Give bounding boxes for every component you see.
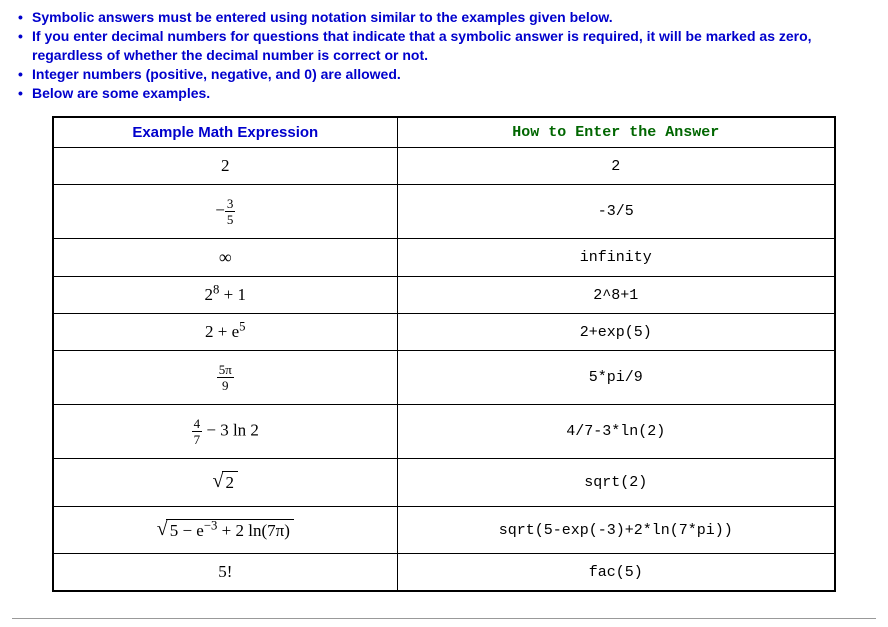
- table-header-row: Example Math Expression How to Enter the…: [53, 117, 835, 148]
- superscript: −3: [204, 518, 218, 532]
- fraction-numerator: 4: [192, 417, 203, 431]
- table-row: 28 + 1 2^8+1: [53, 277, 835, 314]
- entry-cell: 5*pi/9: [397, 351, 835, 405]
- fraction-denominator: 7: [192, 431, 203, 446]
- minus-sign: −: [215, 201, 225, 220]
- prefix: 2 +: [205, 322, 232, 341]
- radicand: 5 − e−3 + 2 ln(7π): [166, 519, 294, 541]
- entry-cell: sqrt(2): [397, 459, 835, 506]
- square-root: √5 − e−3 + 2 ln(7π): [157, 519, 294, 541]
- table-row: ∞ infinity: [53, 239, 835, 277]
- table-row: 2 + e5 2+exp(5): [53, 314, 835, 351]
- radicand-part-a: 5 −: [170, 521, 197, 540]
- fraction-denominator: 9: [217, 377, 234, 392]
- entry-cell: -3/5: [397, 185, 835, 239]
- entry-cell: infinity: [397, 239, 835, 277]
- square-root: √2: [213, 471, 238, 493]
- instruction-item: Symbolic answers must be entered using n…: [12, 8, 876, 27]
- expr-cell: √2: [53, 459, 397, 506]
- expr-cell: 47 − 3 ln 2: [53, 405, 397, 459]
- radicand: 2: [222, 471, 239, 493]
- fraction-numerator: 5π: [217, 363, 234, 377]
- instruction-list: Symbolic answers must be entered using n…: [12, 8, 876, 102]
- table-row: 47 − 3 ln 2 4/7-3*ln(2): [53, 405, 835, 459]
- fraction-denominator: 5: [225, 211, 236, 226]
- fraction-numerator: 3: [225, 197, 236, 211]
- entry-cell: sqrt(5-exp(-3)+2*ln(7*pi)): [397, 506, 835, 553]
- expr-cell: √5 − e−3 + 2 ln(7π): [53, 506, 397, 553]
- instruction-item: Below are some examples.: [12, 84, 876, 103]
- fraction: 5π9: [217, 363, 234, 392]
- fraction: 47: [192, 417, 203, 446]
- table-row: 2 2: [53, 148, 835, 185]
- instruction-item: If you enter decimal numbers for questio…: [12, 27, 876, 65]
- header-entry: How to Enter the Answer: [397, 117, 835, 148]
- expr-cell: 5π9: [53, 351, 397, 405]
- table-row: 5! fac(5): [53, 554, 835, 592]
- table-row: −35 -3/5: [53, 185, 835, 239]
- expr-cell: ∞: [53, 239, 397, 277]
- base: e: [196, 521, 204, 540]
- fraction: 35: [225, 197, 236, 226]
- expr-cell: 2 + e5: [53, 314, 397, 351]
- table-row: √2 sqrt(2): [53, 459, 835, 506]
- expr-cell: 28 + 1: [53, 277, 397, 314]
- expr-cell: 2: [53, 148, 397, 185]
- examples-table: Example Math Expression How to Enter the…: [52, 116, 836, 592]
- table-row: √5 − e−3 + 2 ln(7π) sqrt(5-exp(-3)+2*ln(…: [53, 506, 835, 553]
- radicand-part-b: + 2 ln(7π): [217, 521, 289, 540]
- divider: [12, 618, 876, 619]
- entry-cell: 2+exp(5): [397, 314, 835, 351]
- suffix: + 1: [219, 285, 246, 304]
- entry-cell: fac(5): [397, 554, 835, 592]
- superscript: 5: [239, 320, 245, 334]
- expr-cell: 5!: [53, 554, 397, 592]
- expr-cell: −35: [53, 185, 397, 239]
- entry-cell: 4/7-3*ln(2): [397, 405, 835, 459]
- examples-table-container: Example Math Expression How to Enter the…: [12, 116, 876, 608]
- entry-cell: 2: [397, 148, 835, 185]
- entry-cell: 2^8+1: [397, 277, 835, 314]
- instruction-item: Integer numbers (positive, negative, and…: [12, 65, 876, 84]
- infinity-symbol: ∞: [219, 247, 232, 267]
- table-row: 5π9 5*pi/9: [53, 351, 835, 405]
- header-expression: Example Math Expression: [53, 117, 397, 148]
- base: 2: [205, 285, 214, 304]
- suffix: − 3 ln 2: [202, 421, 259, 440]
